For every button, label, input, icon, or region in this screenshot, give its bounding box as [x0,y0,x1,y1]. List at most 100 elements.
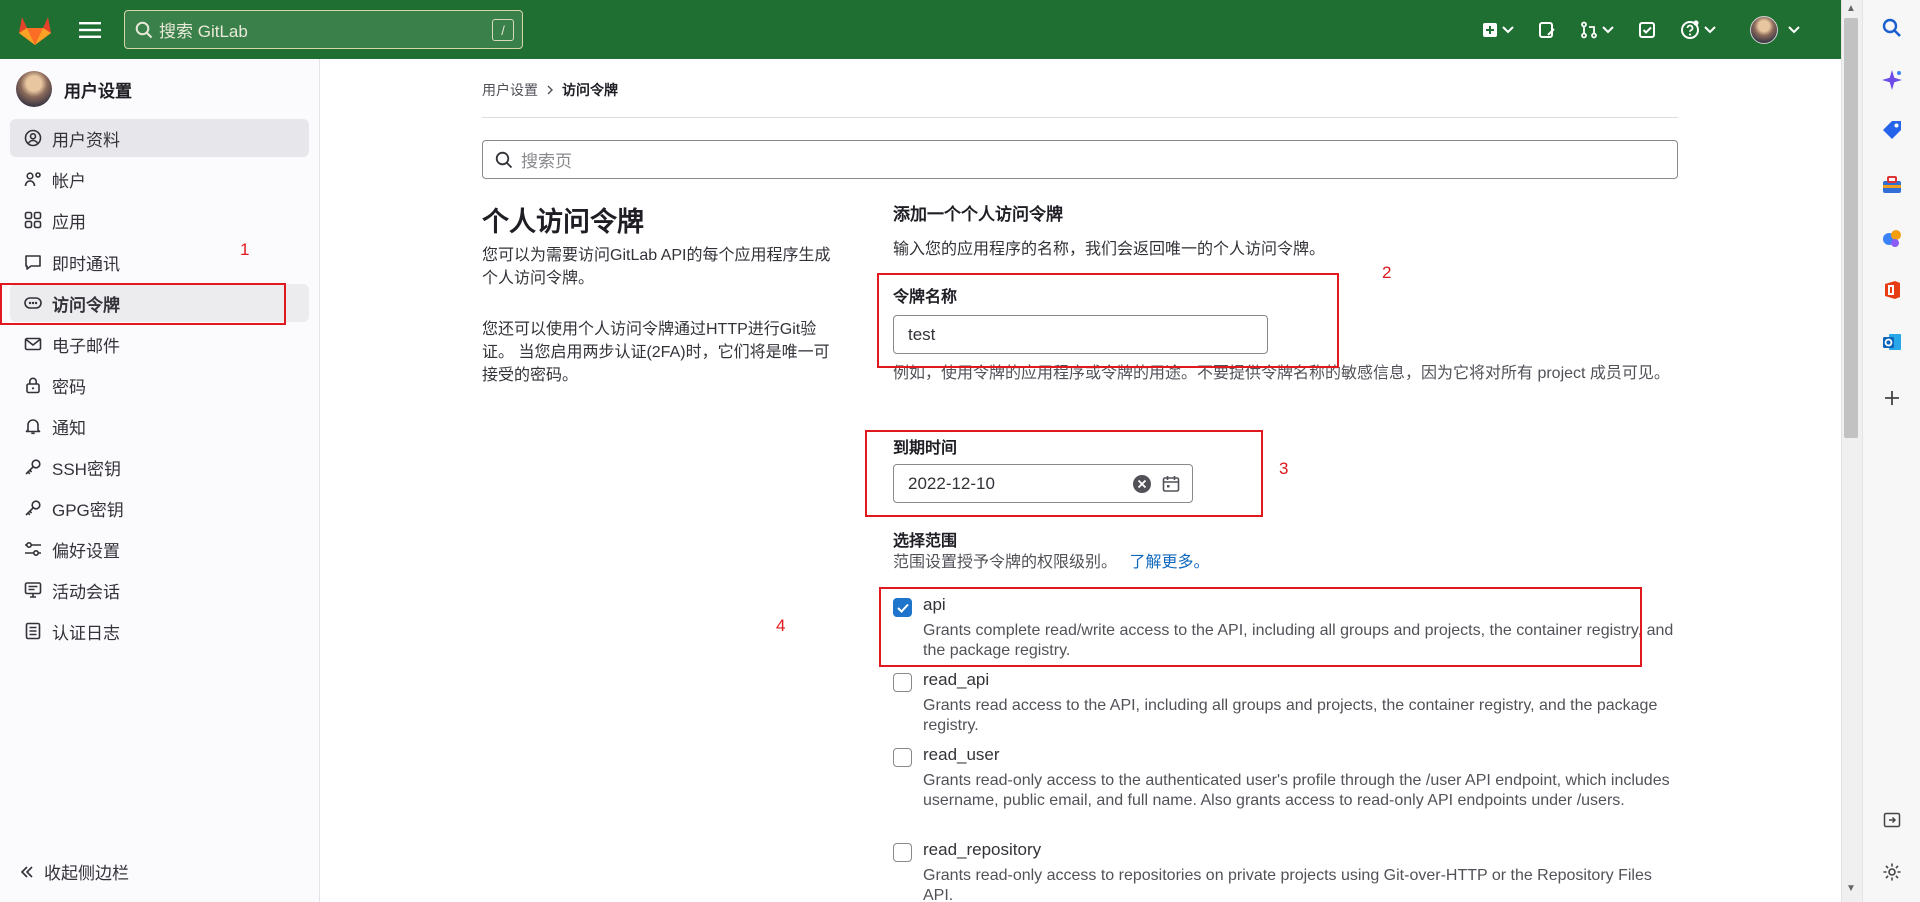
sidebar-item-label: GPG密钥 [52,500,124,520]
scope-description: Grants read-only access to the authentic… [923,772,1670,809]
annotation-number-2: 2 [1382,263,1392,282]
sidebar-item-gpg-keys[interactable]: GPG密钥 [10,489,309,527]
help-dropdown[interactable] [1671,10,1725,50]
games-icon[interactable] [1863,218,1920,258]
sidebar-item-label: SSH密钥 [52,459,121,479]
learn-more-link[interactable]: 了解更多。 [1129,554,1209,571]
sidebar-item-label: 应用 [52,212,86,232]
create-new-dropdown[interactable] [1473,10,1523,50]
sidebar-item-label: 偏好设置 [52,541,120,561]
sidebar-avatar [16,71,52,107]
scope-name[interactable]: read_api [923,670,989,690]
sidebar-item-label: 电子邮件 [52,336,120,356]
sidebar-toggle-icon[interactable] [1863,800,1920,840]
lock-icon [26,377,40,394]
scope-name[interactable]: read_user [923,745,1000,765]
tag-icon[interactable] [1863,110,1920,150]
global-search-input[interactable]: 搜索 GitLab / [124,10,523,49]
intro-paragraph-2fa: 您还可以使用个人访问令牌通过HTTP进行Git验证。 当您启用两步认证(2FA)… [482,321,830,384]
sidebar-item-auth-log[interactable]: 认证日志 [10,612,309,650]
collapse-sidebar-button[interactable]: 收起侧边栏 [20,859,129,884]
key-icon [25,459,41,475]
bell-icon [25,419,41,435]
scroll-down-arrow[interactable]: ▼ [1846,884,1856,894]
search-icon[interactable] [1863,8,1920,48]
sidebar-item-label: 通知 [52,418,86,438]
scope-name[interactable]: read_repository [923,840,1041,860]
plus-square-icon [1483,22,1497,37]
breadcrumb: 用户设置 访问令牌 [482,80,618,100]
sidebar-item-label: 帐户 [52,171,86,191]
settings-icon[interactable] [1863,852,1920,892]
collapse-sidebar-label: 收起侧边栏 [44,864,129,883]
sidebar-item-profile[interactable]: 用户资料 [10,119,309,157]
applications-grid-icon [24,211,42,229]
breadcrumb-parent[interactable]: 用户设置 [482,80,538,100]
sidebar-item-applications[interactable]: 应用 [10,201,309,239]
search-shortcut-badge: / [492,19,514,41]
sidebar-item-label: 认证日志 [52,623,120,643]
sidebar-item-notifications[interactable]: 通知 [10,407,309,445]
key-icon [25,500,41,516]
read-repository-checkbox[interactable] [893,843,912,862]
toolbox-icon[interactable] [1863,165,1920,205]
sidebar-item-ssh-keys[interactable]: SSH密钥 [10,448,309,486]
settings-search-input[interactable]: 搜索页 [482,140,1678,179]
annotation-number-1: 1 [240,240,250,259]
double-chevron-left-icon [20,865,33,878]
plus-icon[interactable] [1863,378,1920,418]
scrollbar-thumb[interactable] [1844,18,1858,438]
issues-icon [1539,21,1555,38]
search-icon [495,151,513,168]
settings-sidebar: 用户设置 用户资料 帐户 应用 即时通讯 访问令牌 电子邮件 密码 通知 SSH… [0,59,320,902]
divider [482,117,1678,118]
scope-description: Grants read-only access to repositories … [923,867,1652,902]
read-api-checkbox[interactable] [893,673,912,692]
annotation-number-4: 4 [776,616,786,635]
monitor-icon [24,582,42,598]
sidebar-item-label: 用户资料 [52,130,120,150]
form-subtitle: 输入您的应用程序的名称，我们会返回唯一的个人访问令牌。 [893,241,1326,258]
account-gear-icon [24,172,41,187]
scroll-up-arrow[interactable]: ▲ [1846,4,1856,14]
annotation-box-3 [865,430,1263,517]
issues-button[interactable] [1529,10,1565,50]
breadcrumb-current[interactable]: 访问令牌 [562,80,618,100]
annotation-box-2 [877,273,1339,368]
chat-bubble-icon [25,255,41,270]
sidebar-item-preferences[interactable]: 偏好设置 [10,530,309,568]
help-icon [1681,19,1699,39]
form-title: 添加一个个人访问令牌 [893,205,1063,224]
page-title: 个人访问令牌 [482,207,644,237]
merge-request-icon [1581,21,1597,38]
hamburger-icon[interactable] [70,10,110,50]
copilot-sparkle-icon[interactable] [1863,60,1920,100]
read-user-checkbox[interactable] [893,748,912,767]
sidebar-header[interactable]: 用户设置 [0,59,319,119]
annotation-number-3: 3 [1279,459,1289,478]
office-icon[interactable] [1863,270,1920,310]
sidebar-item-chat[interactable]: 即时通讯 [10,243,309,281]
sidebar-item-password[interactable]: 密码 [10,366,309,404]
scope-help-text: 范围设置授予令牌的权限级别。 [893,554,1118,571]
sidebar-item-account[interactable]: 帐户 [10,160,309,198]
user-avatar [1750,15,1778,44]
sidebar-item-emails[interactable]: 电子邮件 [10,325,309,363]
search-icon [135,21,153,38]
sidebar-item-label: 活动会话 [52,582,120,602]
user-menu-dropdown[interactable] [1741,10,1809,50]
log-list-icon [25,622,41,640]
merge-requests-dropdown[interactable] [1571,10,1623,50]
sidebar-title: 用户设置 [64,81,132,101]
scope-label: 选择范围 [893,533,958,550]
chevron-right-icon [547,85,553,95]
chevron-down-icon [1704,25,1716,33]
sidebar-item-active-sessions[interactable]: 活动会话 [10,571,309,609]
todos-button[interactable] [1629,10,1665,50]
chevron-down-icon [1502,25,1514,33]
scope-help: 范围设置授予令牌的权限级别。 了解更多。 [893,551,1209,574]
outlook-icon[interactable] [1863,322,1920,362]
chevron-down-icon [1602,25,1614,33]
global-search-placeholder: 搜索 GitLab [159,22,248,41]
gitlab-logo[interactable] [0,0,70,59]
